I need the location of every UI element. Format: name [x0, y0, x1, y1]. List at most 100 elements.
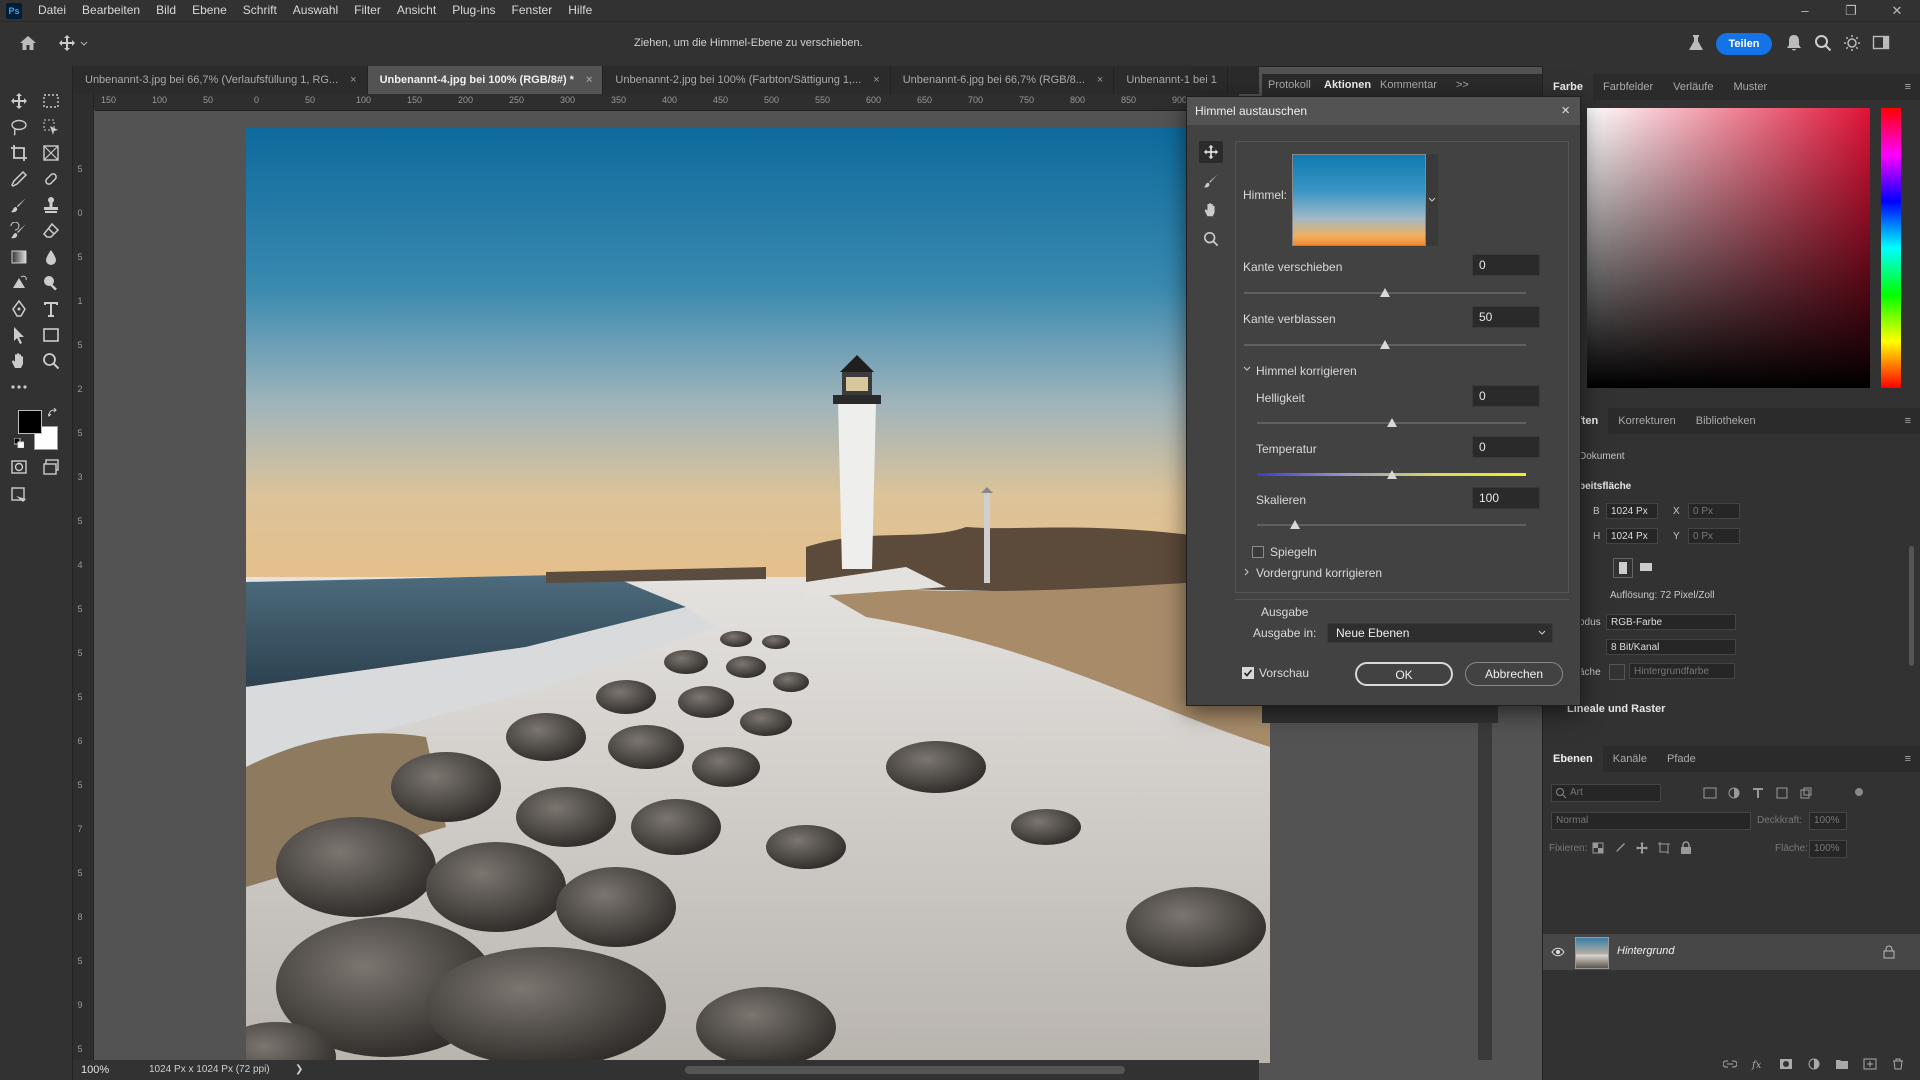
temperature-field[interactable]: 0: [1472, 436, 1540, 458]
temperature-thumb[interactable]: [1386, 470, 1397, 479]
search-icon[interactable]: [1814, 34, 1832, 52]
lock-transparency-icon[interactable]: [1591, 841, 1605, 855]
panel-menu-icon[interactable]: ≡: [1895, 408, 1920, 434]
chevron-down-icon[interactable]: [1242, 364, 1252, 374]
portrait-orientation-icon[interactable]: [1613, 558, 1633, 578]
brush-tool-icon[interactable]: [8, 194, 30, 216]
edit-toolbar-icon[interactable]: [8, 484, 30, 506]
output-to-select[interactable]: Neue Ebenen: [1327, 623, 1553, 643]
filter-smart-object-icon[interactable]: [1799, 786, 1813, 800]
more-tools-icon[interactable]: [8, 376, 30, 398]
tab-unbenannt-4[interactable]: Unbenannt-4.jpg bei 100% (RGB/8#) * ×: [367, 66, 604, 94]
workspace-icon[interactable]: [1872, 34, 1890, 52]
opacity-field[interactable]: 100%: [1809, 812, 1847, 830]
swap-colors-icon[interactable]: [48, 408, 58, 418]
sky-zoom-tool-icon[interactable]: [1199, 228, 1223, 250]
tab-verlaeufe[interactable]: Verläufe: [1663, 74, 1723, 100]
lock-pixels-icon[interactable]: [1613, 841, 1627, 855]
fill-field[interactable]: 100%: [1809, 840, 1847, 858]
eyedropper-tool-icon[interactable]: [8, 168, 30, 190]
hue-slider[interactable]: [1881, 108, 1901, 388]
group-layers-icon[interactable]: [1835, 1058, 1849, 1070]
default-colors-icon[interactable]: [14, 438, 24, 448]
tab-ebenen[interactable]: Ebenen: [1543, 746, 1603, 772]
foreground-color-swatch[interactable]: [18, 410, 42, 434]
lock-all-icon[interactable]: [1679, 841, 1693, 855]
filter-adjustment-icon[interactable]: [1727, 786, 1741, 800]
menu-fenster[interactable]: Fenster: [504, 0, 561, 21]
type-tool-icon[interactable]: [40, 298, 62, 320]
scale-thumb[interactable]: [1289, 520, 1300, 529]
tab-unbenannt-2[interactable]: Unbenannt-2.jpg bei 100% (Farbton/Sättig…: [603, 66, 891, 94]
new-layer-icon[interactable]: [1863, 1058, 1877, 1070]
crop-tool-icon[interactable]: [8, 142, 30, 164]
close-tab-icon[interactable]: ×: [873, 66, 879, 94]
tab-kanaele[interactable]: Kanäle: [1603, 746, 1657, 772]
home-icon[interactable]: [18, 34, 38, 52]
move-tool-icon[interactable]: [8, 90, 30, 112]
tab-protokoll[interactable]: Protokoll: [1268, 79, 1311, 91]
canvas-image[interactable]: [246, 127, 1270, 1063]
gradient-tool-icon[interactable]: [8, 246, 30, 268]
properties-scrollbar[interactable]: [1909, 546, 1914, 666]
ok-button[interactable]: OK: [1355, 662, 1453, 686]
close-tab-icon[interactable]: ×: [1097, 66, 1103, 94]
zoom-tool-icon[interactable]: [40, 350, 62, 372]
menu-ebene[interactable]: Ebene: [184, 0, 235, 21]
tab-muster[interactable]: Muster: [1723, 74, 1777, 100]
healing-brush-icon[interactable]: [40, 168, 62, 190]
tab-korrekturen[interactable]: Korrekturen: [1608, 408, 1685, 434]
layer-search-input[interactable]: Art: [1551, 784, 1661, 802]
sky-hand-tool-icon[interactable]: [1199, 199, 1223, 221]
preview-checkbox[interactable]: [1242, 667, 1254, 679]
lock-position-icon[interactable]: [1635, 841, 1649, 855]
blend-mode-select[interactable]: Normal: [1551, 812, 1751, 830]
shift-edge-field[interactable]: 0: [1472, 254, 1540, 276]
filter-type-icon[interactable]: [1751, 786, 1765, 800]
close-tab-icon[interactable]: ×: [350, 66, 356, 94]
tab-kommentar[interactable]: Kommentar: [1380, 79, 1437, 91]
background-color-chip[interactable]: [1609, 664, 1625, 680]
document-info[interactable]: 1024 Px x 1024 Px (72 ppi): [149, 1064, 270, 1075]
fade-edge-field[interactable]: 50: [1472, 306, 1540, 328]
chevron-right-icon[interactable]: [1242, 567, 1252, 577]
menu-plugins[interactable]: Plug-ins: [444, 0, 503, 21]
tab-unbenannt-1[interactable]: Unbenannt-1 bei 1: [1114, 66, 1228, 94]
panel-menu-icon[interactable]: ≡: [1895, 74, 1920, 100]
scale-field[interactable]: 100: [1472, 487, 1540, 509]
color-picker-field[interactable]: [1587, 108, 1870, 388]
dialog-titlebar[interactable]: Himmel austauschen ×: [1187, 97, 1580, 125]
screen-mode-icon[interactable]: [40, 456, 62, 478]
width-field[interactable]: 1024 Px: [1606, 503, 1658, 519]
sky-move-tool-icon[interactable]: [1199, 141, 1223, 163]
brightness-thumb[interactable]: [1386, 418, 1397, 427]
fade-edge-thumb[interactable]: [1380, 340, 1390, 349]
layer-row-hintergrund[interactable]: Hintergrund: [1543, 934, 1920, 970]
restore-icon[interactable]: ❐: [1828, 0, 1874, 21]
y-field[interactable]: 0 Px: [1688, 528, 1740, 544]
lock-artboard-icon[interactable]: [1657, 841, 1671, 855]
rectangle-tool-icon[interactable]: [40, 324, 62, 346]
path-selection-icon[interactable]: [8, 324, 30, 346]
height-field[interactable]: 1024 Px: [1606, 528, 1658, 544]
sky-brush-tool-icon[interactable]: [1199, 170, 1223, 192]
sky-preset-dropdown[interactable]: [1426, 154, 1438, 246]
sponge-tool-icon[interactable]: [40, 272, 62, 294]
filter-pixel-icon[interactable]: [1703, 786, 1717, 800]
link-layers-icon[interactable]: [1723, 1058, 1737, 1070]
hand-tool-icon[interactable]: [8, 350, 30, 372]
menu-auswahl[interactable]: Auswahl: [285, 0, 346, 21]
cancel-button[interactable]: Abbrechen: [1465, 662, 1563, 686]
filter-toggle-icon[interactable]: [1855, 788, 1863, 796]
menu-filter[interactable]: Filter: [346, 0, 389, 21]
panel-menu-icon[interactable]: ≡: [1895, 746, 1920, 772]
bell-icon[interactable]: [1786, 34, 1802, 52]
flip-checkbox[interactable]: [1252, 546, 1264, 558]
menu-schrift[interactable]: Schrift: [235, 0, 285, 21]
layer-name[interactable]: Hintergrund: [1617, 945, 1674, 957]
visibility-eye-icon[interactable]: [1551, 946, 1565, 958]
landscape-orientation-icon[interactable]: [1637, 558, 1655, 576]
marquee-tool-icon[interactable]: [40, 90, 62, 112]
fx-icon[interactable]: fx: [1751, 1058, 1765, 1070]
object-selection-icon[interactable]: [40, 116, 62, 138]
